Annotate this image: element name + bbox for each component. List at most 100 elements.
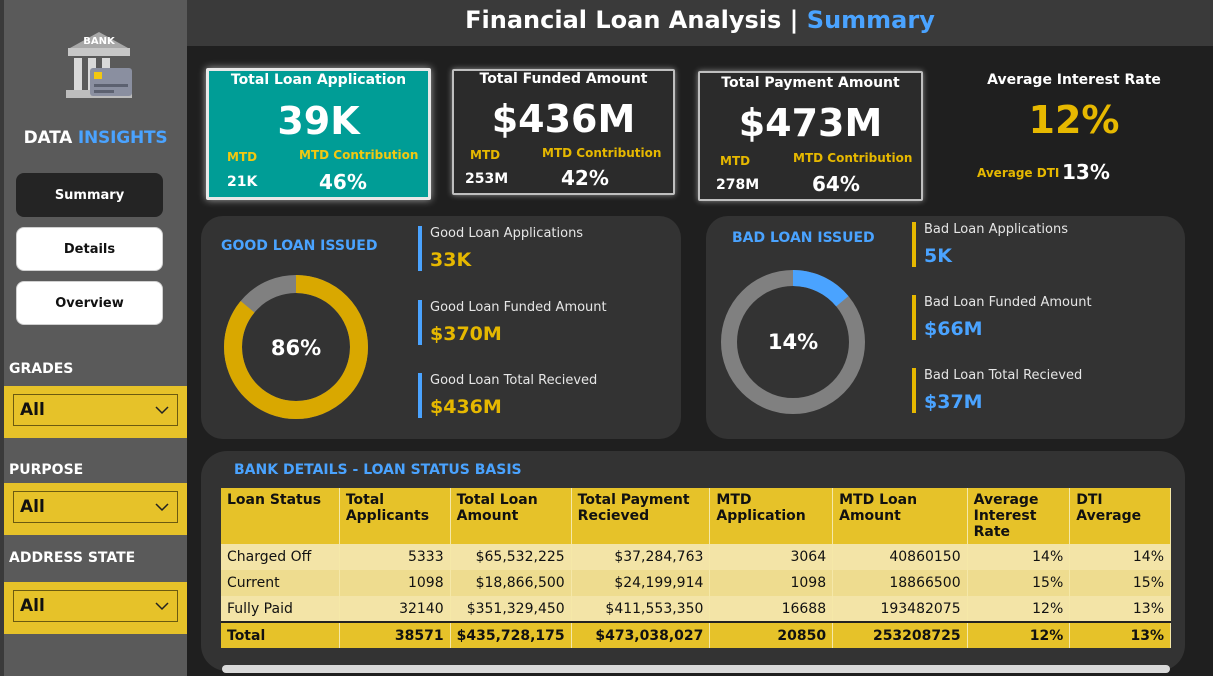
column-header[interactable]: MTD Application	[709, 488, 834, 544]
column-header[interactable]: Total Applicants	[339, 488, 451, 544]
table-cell: Charged Off	[221, 544, 340, 570]
table-cell: $65,532,225	[450, 544, 572, 570]
table-cell: 1098	[339, 570, 451, 596]
kpi-contribution-label: MTD Contribution	[299, 148, 419, 162]
table-cell: Fully Paid	[221, 596, 340, 622]
kpi-total-payment-amount[interactable]: Total Payment Amount $473M MTD MTD Contr…	[698, 71, 923, 201]
bad-loan-total-received: Bad Loan Total Recieved $37M	[912, 368, 1082, 413]
good-loan-applications: Good Loan Applications 33K	[418, 226, 583, 271]
purpose-filter: All	[4, 483, 187, 535]
nav-summary-button[interactable]: Summary	[16, 173, 163, 217]
grades-filter-title: GRADES	[9, 361, 74, 377]
address-state-dropdown[interactable]: All	[13, 590, 178, 622]
kpi-dti-value: 13%	[1062, 160, 1110, 184]
nav-details-button[interactable]: Details	[16, 227, 163, 271]
column-header[interactable]: Average Interest Rate	[967, 488, 1071, 544]
table-cell: $351,329,450	[450, 596, 572, 622]
kpi-contribution-value: 64%	[812, 172, 860, 196]
main-canvas: Total Loan Application 39K MTD MTD Contr…	[187, 46, 1213, 676]
header: Financial Loan Analysis | Summary	[187, 0, 1213, 46]
kpi-total-funded-amount[interactable]: Total Funded Amount $436M MTD MTD Contri…	[452, 69, 675, 195]
table-cell: 253208725	[832, 621, 968, 648]
stat-value: 5K	[924, 245, 952, 267]
address-state-dropdown-value: All	[20, 596, 45, 616]
column-header[interactable]: Total Loan Amount	[450, 488, 572, 544]
address-state-filter: All	[4, 582, 187, 634]
good-loan-funded-amount: Good Loan Funded Amount $370M	[418, 300, 607, 345]
table-cell: $435,728,175	[450, 621, 572, 648]
good-loan-title: GOOD LOAN ISSUED	[221, 238, 378, 254]
kpi-contribution-label: MTD Contribution	[542, 146, 662, 160]
page-title: Financial Loan Analysis | Summary	[465, 6, 935, 34]
stat-value: 33K	[430, 249, 472, 271]
table-cell: $411,553,350	[571, 596, 711, 622]
column-header[interactable]: DTI Average	[1069, 488, 1171, 544]
horizontal-scrollbar[interactable]	[222, 665, 1170, 673]
table-row[interactable]: Charged Off 5333 $65,532,225 $37,284,763…	[221, 544, 1171, 570]
stat-label: Good Loan Total Recieved	[430, 373, 598, 388]
stat-value: $37M	[924, 391, 983, 413]
good-loan-panel: GOOD LOAN ISSUED 86% Good Loan Applicati…	[201, 216, 681, 439]
kpi-value: $473M	[738, 101, 883, 145]
table-cell: 12%	[967, 621, 1071, 648]
stat-label: Good Loan Applications	[430, 226, 584, 241]
stat-label: Bad Loan Applications	[924, 222, 1068, 237]
table-cell: 32140	[339, 596, 451, 622]
bad-loan-funded-amount: Bad Loan Funded Amount $66M	[912, 295, 1092, 340]
loan-status-table: Loan Status Total Applicants Total Loan …	[221, 488, 1171, 648]
kpi-label: Total Funded Amount	[479, 71, 648, 87]
svg-text:BANK: BANK	[83, 36, 116, 47]
chevron-down-icon	[155, 406, 169, 415]
bad-donut-label: 14%	[768, 330, 818, 354]
table-row[interactable]: Current 1098 $18,866,500 $24,199,914 109…	[221, 570, 1171, 596]
table-header-row: Loan Status Total Applicants Total Loan …	[221, 488, 1171, 544]
kpi-mtd-value: 21K	[227, 174, 258, 190]
table-cell: 13%	[1069, 596, 1171, 622]
kpi-dti-label: Average DTI	[977, 166, 1060, 180]
kpi-mtd-label: MTD	[720, 154, 751, 168]
table-cell: 1098	[709, 570, 834, 596]
bad-loan-panel: BAD LOAN ISSUED 14% Bad Loan Application…	[706, 216, 1185, 439]
purpose-dropdown[interactable]: All	[13, 491, 178, 523]
column-header[interactable]: MTD Loan Amount	[832, 488, 968, 544]
kpi-contribution-value: 42%	[561, 166, 609, 190]
grades-filter: All	[4, 386, 187, 438]
table-cell: $18,866,500	[450, 570, 572, 596]
table-cell: 18866500	[832, 570, 968, 596]
table-cell: 15%	[1069, 570, 1171, 596]
kpi-mtd-label: MTD	[227, 150, 258, 164]
kpi-average-interest-rate[interactable]: Average Interest Rate 12% Average DTI 13…	[949, 68, 1199, 198]
bank-details-title: BANK DETAILS - LOAN STATUS BASIS	[234, 462, 522, 478]
stat-value: $66M	[924, 318, 983, 340]
address-state-filter-title: ADDRESS STATE	[9, 550, 136, 566]
table-cell: 20850	[709, 621, 834, 648]
grades-dropdown-value: All	[20, 400, 45, 420]
stat-label: Bad Loan Total Recieved	[924, 368, 1083, 383]
bad-loan-donut[interactable]: 14%	[718, 267, 868, 417]
kpi-contribution-label: MTD Contribution	[793, 151, 913, 165]
stat-label: Good Loan Funded Amount	[430, 300, 607, 315]
kpi-total-loan-applications[interactable]: Total Loan Application 39K MTD MTD Contr…	[206, 68, 431, 200]
kpi-label: Total Loan Application	[230, 72, 407, 88]
stat-value: $370M	[430, 323, 502, 345]
kpi-label: Average Interest Rate	[987, 72, 1161, 88]
table-total-row: Total 38571 $435,728,175 $473,038,027 20…	[221, 621, 1171, 648]
purpose-dropdown-value: All	[20, 497, 45, 517]
table-cell: Current	[221, 570, 340, 596]
table-cell: 15%	[967, 570, 1071, 596]
bank-logo-icon: BANK	[66, 32, 132, 98]
good-loan-total-received: Good Loan Total Recieved $436M	[418, 373, 597, 418]
table-cell: $24,199,914	[571, 570, 711, 596]
chevron-down-icon	[155, 503, 169, 512]
table-cell: 12%	[967, 596, 1071, 622]
table-row[interactable]: Fully Paid 32140 $351,329,450 $411,553,3…	[221, 596, 1171, 622]
kpi-label: Total Payment Amount	[721, 75, 900, 91]
column-header[interactable]: Loan Status	[221, 488, 340, 544]
bad-loan-title: BAD LOAN ISSUED	[732, 230, 875, 246]
good-loan-donut[interactable]: 86%	[221, 272, 371, 422]
grades-dropdown[interactable]: All	[13, 394, 178, 426]
nav-overview-button[interactable]: Overview	[16, 281, 163, 325]
kpi-mtd-value: 278M	[716, 177, 760, 193]
table-cell: 5333	[339, 544, 451, 570]
column-header[interactable]: Total Payment Recieved	[571, 488, 711, 544]
